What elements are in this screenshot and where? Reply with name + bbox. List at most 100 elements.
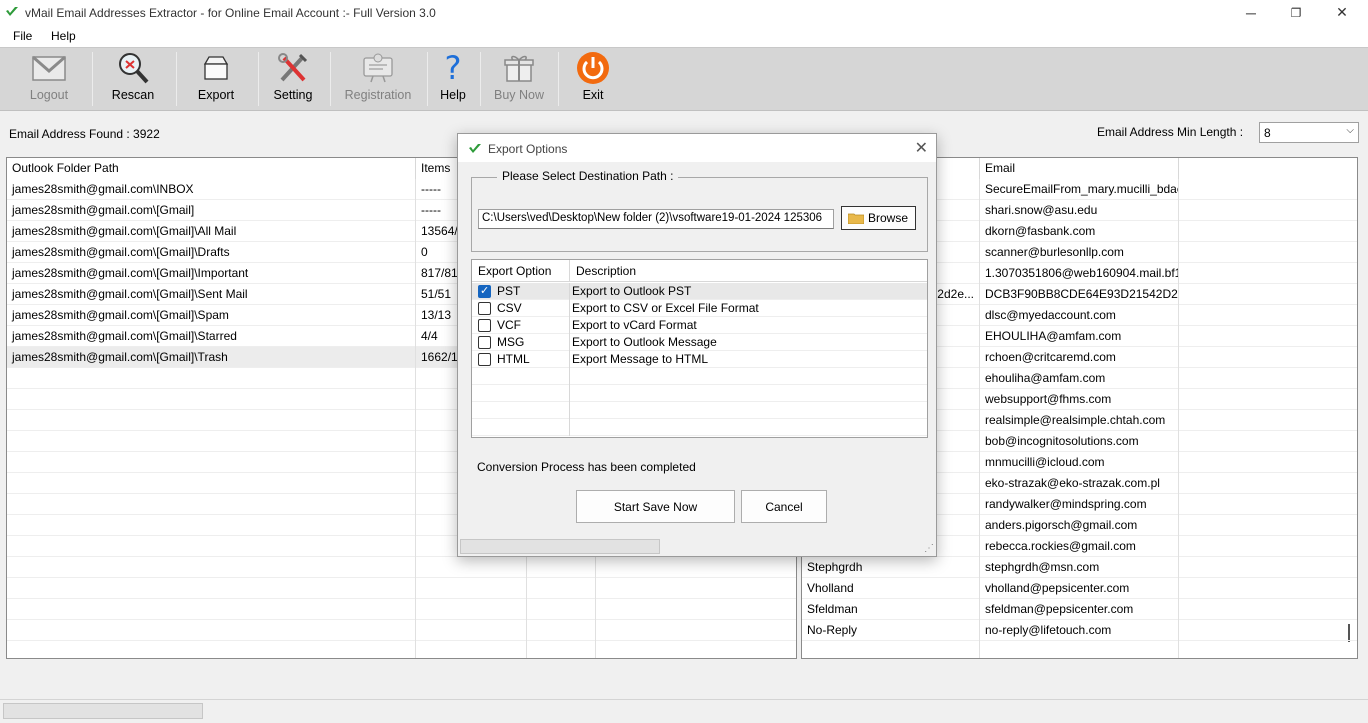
exit-button[interactable]: Exit (573, 50, 613, 108)
export-option-row[interactable] (472, 402, 927, 419)
blank-cell (1179, 263, 1357, 284)
blank-cell (1179, 494, 1357, 515)
folder-path-cell (7, 494, 416, 515)
blank-cell (1179, 620, 1357, 641)
column-header-folder-path[interactable]: Outlook Folder Path (7, 158, 416, 179)
table-row[interactable] (7, 599, 796, 620)
min-length-label: Email Address Min Length : (1097, 125, 1244, 139)
status-bar (0, 699, 1368, 723)
items-cell (416, 578, 527, 599)
cancel-button[interactable]: Cancel (741, 490, 827, 523)
export-option-name: CSV (497, 301, 522, 315)
menu-help[interactable]: Help (51, 29, 76, 43)
name-cell: Sfeldman (802, 599, 980, 620)
folder-path-cell (7, 536, 416, 557)
export-option-list[interactable]: Export Option Description PST Export to O… (471, 259, 928, 438)
export-option-checkbox[interactable] (478, 302, 491, 315)
column-header-export-option[interactable]: Export Option (472, 260, 570, 282)
option-cell (472, 385, 570, 402)
column-header-description[interactable]: Description (570, 260, 927, 282)
column-header-blank[interactable] (1179, 158, 1357, 179)
destination-path-input[interactable]: C:\Users\ved\Desktop\New folder (2)\vsof… (478, 209, 834, 229)
menu-bar: File Help (0, 25, 1368, 47)
blank-cell (527, 578, 596, 599)
buy-now-button[interactable]: Buy Now (493, 50, 545, 108)
email-cell: ehouliha@amfam.com (980, 368, 1179, 389)
conversion-status: Conversion Process has been completed (477, 460, 696, 474)
email-cell: rebecca.rockies@gmail.com (980, 536, 1179, 557)
restore-button[interactable]: ❐ (1273, 0, 1319, 25)
folder-path-cell (7, 515, 416, 536)
export-option-checkbox[interactable] (478, 353, 491, 366)
table-row[interactable] (7, 620, 796, 641)
dialog-close-button[interactable]: ✕ (915, 138, 928, 158)
rescan-button[interactable]: Rescan (108, 50, 158, 108)
blank-cell (527, 641, 596, 658)
export-option-row[interactable]: CSV Export to CSV or Excel File Format (472, 300, 927, 317)
close-button[interactable]: ✕ (1319, 0, 1365, 25)
email-cell: sfeldman@pepsicenter.com (980, 599, 1179, 620)
table-row[interactable]: No-Reply no-reply@lifetouch.com (802, 620, 1357, 641)
folder-path-cell: james28smith@gmail.com\[Gmail]\Drafts (7, 242, 416, 263)
blank-cell (1179, 410, 1357, 431)
table-row[interactable] (7, 641, 796, 658)
table-row[interactable]: Vholland vholland@pepsicenter.com (802, 578, 1357, 599)
table-row[interactable] (7, 557, 796, 578)
export-option-row[interactable]: HTML Export Message to HTML (472, 351, 927, 368)
column-header-email[interactable]: Email (980, 158, 1179, 179)
export-button[interactable]: Export (191, 50, 241, 108)
blank-cell (1179, 431, 1357, 452)
export-option-row[interactable]: MSG Export to Outlook Message (472, 334, 927, 351)
toolbar-separator (176, 52, 177, 106)
setting-button[interactable]: Setting (268, 50, 318, 108)
export-option-row[interactable] (472, 419, 927, 436)
magnifier-icon (113, 50, 153, 86)
resize-grip-icon[interactable]: ⋰ (924, 543, 934, 554)
toolbar-separator (480, 52, 481, 106)
envelope-icon (29, 50, 69, 86)
minimize-button[interactable]: ─ (1228, 0, 1274, 25)
folder-path-cell: james28smith@gmail.com\[Gmail] (7, 200, 416, 221)
blank-cell (596, 620, 796, 641)
min-length-select[interactable]: 8 ⌵ (1259, 122, 1359, 143)
blank-cell (1179, 305, 1357, 326)
items-cell (416, 599, 527, 620)
email-cell: bob@incognitosolutions.com (980, 431, 1179, 452)
export-option-checkbox[interactable] (478, 336, 491, 349)
start-save-button[interactable]: Start Save Now (576, 490, 735, 523)
blank-cell (1179, 557, 1357, 578)
export-option-name: HTML (497, 352, 530, 366)
export-option-row[interactable] (472, 368, 927, 385)
blank-cell (1179, 242, 1357, 263)
email-cell: 1.3070351806@web160904.mail.bf1.... (980, 263, 1179, 284)
export-option-checkbox[interactable] (478, 319, 491, 332)
table-row[interactable]: Sfeldman sfeldman@pepsicenter.com (802, 599, 1357, 620)
export-option-row[interactable]: PST Export to Outlook PST (472, 283, 927, 300)
blank-cell (1179, 179, 1357, 200)
table-row[interactable] (802, 641, 1357, 658)
email-cell: scanner@burlesonllp.com (980, 242, 1179, 263)
email-cell: DCB3F90BB8CDE64E93D21542D2E... (980, 284, 1179, 305)
help-button[interactable]: ? Help (436, 49, 470, 108)
help-label: Help (440, 88, 466, 102)
export-option-row[interactable]: VCF Export to vCard Format (472, 317, 927, 334)
browse-button[interactable]: Browse (841, 206, 916, 230)
folder-path-cell (7, 452, 416, 473)
export-option-checkbox[interactable] (478, 284, 491, 298)
registration-button[interactable]: Registration (343, 50, 413, 108)
name-cell: Vholland (802, 578, 980, 599)
table-row[interactable] (7, 578, 796, 599)
toolbar-separator (427, 52, 428, 106)
blank-cell (1179, 641, 1357, 658)
blank-cell (596, 641, 796, 658)
email-cell: SecureEmailFrom_mary.mucilli_bdaca... (980, 179, 1179, 200)
menu-file[interactable]: File (13, 29, 32, 43)
export-option-description: Export to Outlook PST (572, 284, 692, 298)
table-row[interactable]: Stephgrdh stephgrdh@msn.com (802, 557, 1357, 578)
logout-button[interactable]: Logout (24, 50, 74, 108)
export-option-description: Export Message to HTML (572, 352, 709, 366)
export-option-row[interactable] (472, 385, 927, 402)
folder-path-cell: james28smith@gmail.com\[Gmail]\Starred (7, 326, 416, 347)
export-option-name: PST (497, 284, 521, 298)
horizontal-scrollbar[interactable] (3, 703, 203, 719)
